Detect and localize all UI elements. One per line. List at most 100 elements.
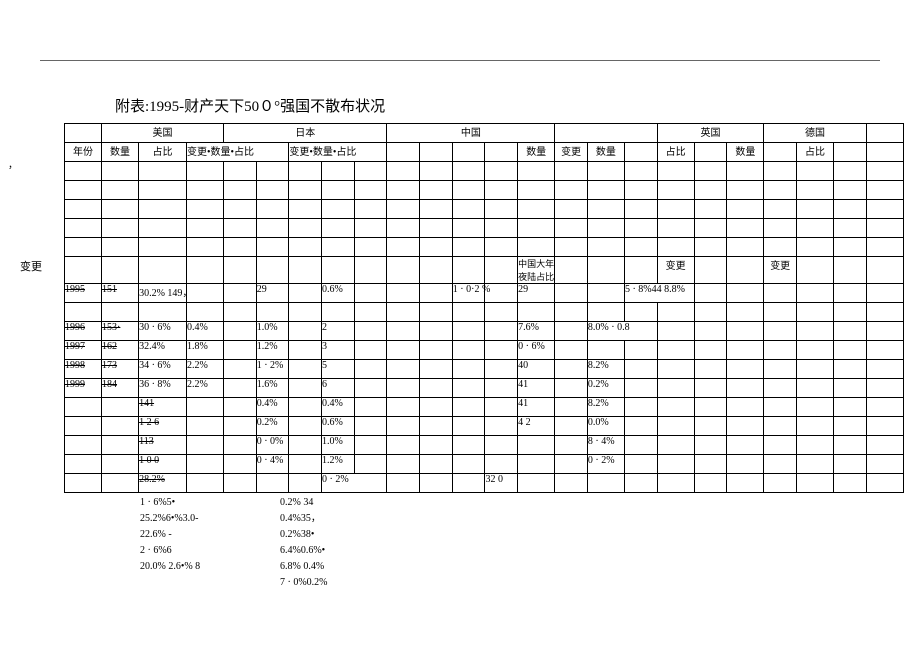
cell: 4 2 (518, 417, 555, 436)
stray-comma: ， (8, 156, 18, 171)
cell: 0 · 6% (518, 341, 555, 360)
hdr-chg: 变更•数量•占比 (289, 143, 387, 162)
cell: 41 (518, 379, 555, 398)
hdr-chg: 变更•数量•占比 (186, 143, 288, 162)
blank-row (65, 219, 904, 238)
line: 0.2% 34 (280, 495, 328, 511)
hdr-qty: 数量 (518, 143, 555, 162)
hdr-qty: 数量 (587, 143, 624, 162)
blank-row (65, 303, 904, 322)
data-row: 1999 184 36 · 8% 2.2% 1.6% 6 41 0.2% (65, 379, 904, 398)
cell: 1 · 2% (256, 360, 289, 379)
cell: 8.2% (587, 398, 624, 417)
line: 20.0% 2.6•% 8 (140, 559, 200, 575)
line: 6.4%0.6%• (280, 543, 328, 559)
cell: 1 0 0 (139, 455, 187, 474)
hdr-uk: 英国 (657, 124, 764, 143)
cell: 1997 (65, 341, 102, 360)
cell: 41 (518, 398, 555, 417)
hdr-chg2: 变更 (657, 257, 694, 284)
cell: 1995 (65, 284, 102, 303)
blank-row (65, 238, 904, 257)
cell: 0.2% (256, 417, 289, 436)
cell: 2.2% (186, 379, 223, 398)
cell: 1.2% (322, 455, 355, 474)
line: 7 · 0%0.2% (280, 575, 328, 591)
hdr-chg2: 变更 (764, 257, 797, 284)
cell: 28.2% (139, 474, 187, 493)
cell: 6 (322, 379, 355, 398)
cell: 1 2 6 (139, 417, 187, 436)
cell: 32.4% (139, 341, 187, 360)
hdr-jp: 日本 (224, 124, 387, 143)
cell: 2.2% (186, 360, 223, 379)
main-table-wrap: 美国 日本 中国 英国 德国 年份 数量 占比 变更•数量•占比 变更•数量•占… (64, 123, 904, 493)
side-label-change: 变更 (20, 258, 42, 274)
cell: 113 (139, 436, 187, 455)
cell: 0 · 4% (256, 455, 289, 474)
cell: 0 · 0% (256, 436, 289, 455)
blank-row (65, 200, 904, 219)
cell: 1999 (65, 379, 102, 398)
blank-row (65, 162, 904, 181)
cell: 3 (322, 341, 355, 360)
cell: 0.4% (186, 322, 223, 341)
data-row: 1 2 6 0.2% 0.6% 4 2 0.0% (65, 417, 904, 436)
line: 1 · 6%5• (140, 495, 200, 511)
data-row: 1 0 0 0 · 4% 1.2% 0 · 2% (65, 455, 904, 474)
sub-header-row: 年份 数量 占比 变更•数量•占比 变更•数量•占比 数量 变更 数量 占比 数… (65, 143, 904, 162)
cell: 8.0% · 0.8 (587, 322, 657, 341)
main-table: 美国 日本 中国 英国 德国 年份 数量 占比 变更•数量•占比 变更•数量•占… (64, 123, 904, 493)
cell: 0.0% (587, 417, 624, 436)
line: 0.2%38• (280, 527, 328, 543)
cell: 1996 (65, 322, 102, 341)
table-title: 附表:1995-财产天下50０°强国不散布状况 (115, 95, 385, 116)
hdr-qty: 数量 (102, 143, 139, 162)
cell: 32 0 (485, 474, 518, 493)
cell: 162 (102, 341, 139, 360)
line: 2 · 6%6 (140, 543, 200, 559)
data-row: 28.2% 0 · 2% 32 0 (65, 474, 904, 493)
hdr-qty: 数量 (727, 143, 764, 162)
line: 22.6% - (140, 527, 200, 543)
cn-label-row: 中国大年夜陆占比 变更 变更 (65, 257, 904, 284)
cell: 1 · 0·2 % (452, 284, 485, 303)
line: 6.8% 0.4% (280, 559, 328, 575)
hdr-ratio: 占比 (657, 143, 694, 162)
cell: 0.6% (322, 417, 355, 436)
hdr-us: 美国 (102, 124, 224, 143)
cell: 1.2% (256, 341, 289, 360)
below-left-block: 1 · 6%5• 25.2%6•%3.0- 22.6% - 2 · 6%6 20… (140, 495, 200, 575)
cell: 5 · 8%44 8.8% (624, 284, 694, 303)
cell: 8.2% (587, 360, 624, 379)
cn-mainland-label: 中国大年夜陆占比 (518, 257, 555, 284)
cell: 30.2% 149， (139, 284, 187, 303)
hdr-cn: 中国 (387, 124, 555, 143)
cell: 0 · 2% (322, 474, 387, 493)
cell: 29 (256, 284, 289, 303)
blank-row (65, 181, 904, 200)
line: 25.2%6•%3.0- (140, 511, 200, 527)
below-right-block: 0.2% 34 0.4%35， 0.2%38• 6.4%0.6%• 6.8% 0… (280, 495, 328, 591)
cell: 0 · 2% (587, 455, 624, 474)
data-row: 1998 173 34 · 6% 2.2% 1 · 2% 5 40 8.2% (65, 360, 904, 379)
cell: 5 (322, 360, 355, 379)
cell: 153· (102, 322, 139, 341)
country-header-row: 美国 日本 中国 英国 德国 (65, 124, 904, 143)
cell: 1.0% (256, 322, 289, 341)
hdr-chg2: 变更 (555, 143, 588, 162)
cell: 0.6% (322, 284, 355, 303)
cell: 141 (139, 398, 187, 417)
cell: 8 · 4% (587, 436, 624, 455)
hdr-de: 德国 (764, 124, 866, 143)
cell: 0.4% (322, 398, 355, 417)
hdr-ratio: 占比 (139, 143, 187, 162)
cell: 1.8% (186, 341, 223, 360)
hdr-ratio: 占比 (797, 143, 834, 162)
data-row: 141 0.4% 0.4% 41 8.2% (65, 398, 904, 417)
cell: 173 (102, 360, 139, 379)
cell: 0.2% (587, 379, 624, 398)
hdr-year: 年份 (65, 143, 102, 162)
cell: 2 (322, 322, 355, 341)
cell: 34 · 6% (139, 360, 187, 379)
